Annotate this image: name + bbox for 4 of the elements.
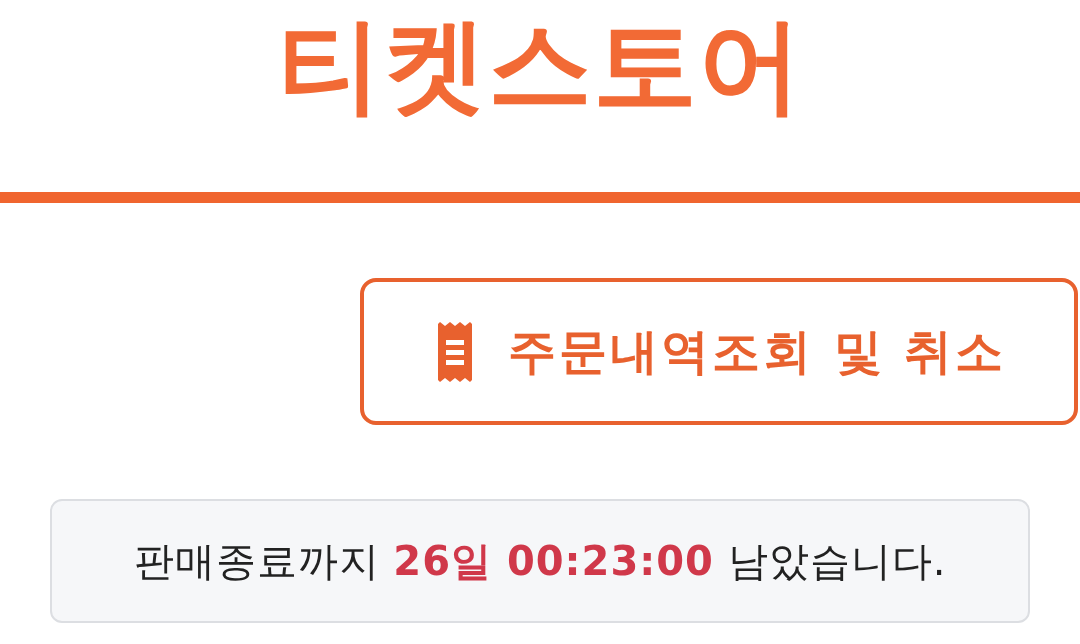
receipt-icon xyxy=(438,321,472,382)
store-title: 티켓스토어 xyxy=(277,3,803,128)
order-history-button[interactable]: 주문내역조회 및 취소 xyxy=(360,278,1078,425)
sale-countdown-text: 판매종료까지 26일 00:23:00 남았습니다. xyxy=(133,536,947,586)
